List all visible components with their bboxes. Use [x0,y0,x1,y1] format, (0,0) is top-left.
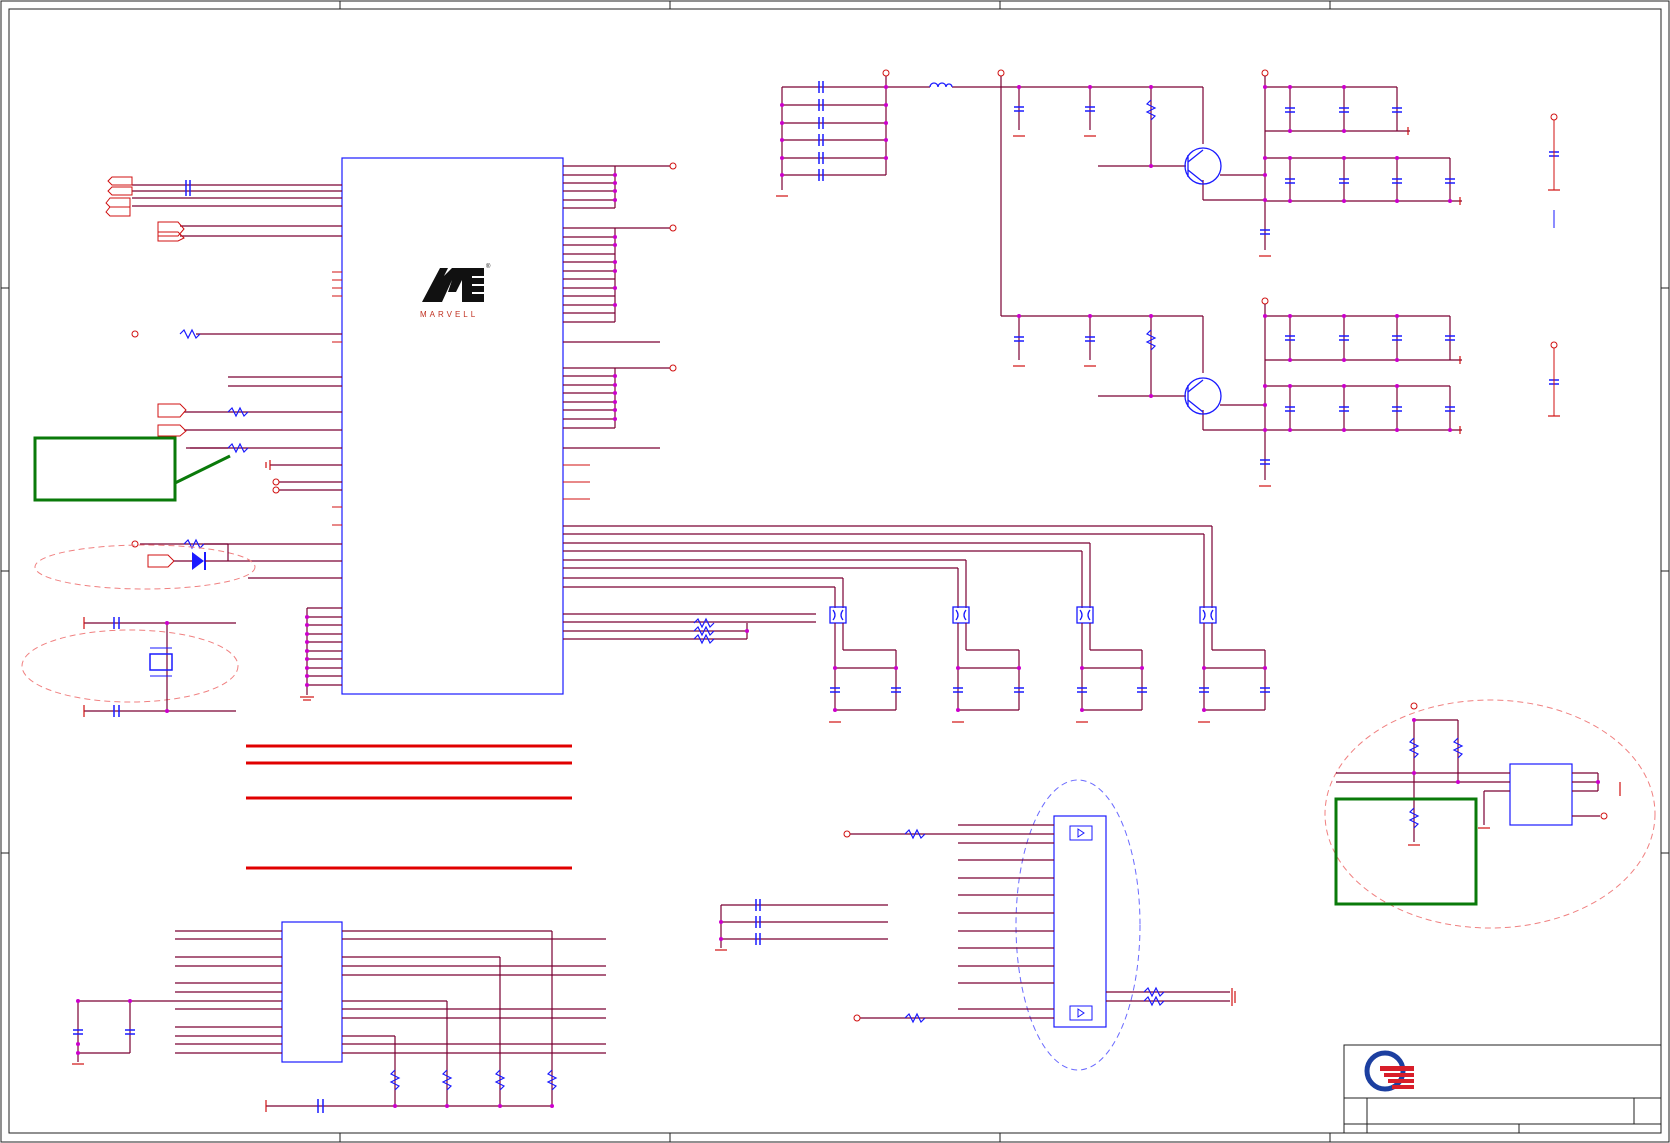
crystal-icon [149,647,173,677]
ground-icon [1231,988,1236,1006]
schematic-sheet: ® MARVELL [0,0,1670,1143]
test-points-right [669,162,677,372]
connector-cap-bank [720,904,888,948]
ic-right-nc-pins [563,464,590,500]
secondary-ic [281,921,343,1063]
ic-ground-pins [306,607,342,695]
mdi-trace-pairs [563,525,1213,640]
ground-icon [265,460,271,470]
crystal-region-outline [21,629,239,703]
npn-transistor-icon [1184,147,1222,185]
connector-pins [850,824,1230,1019]
rj45-connector [1053,815,1107,1028]
eeprom-nets [1336,719,1600,842]
regulator-2-nets [1018,304,1462,480]
ic-left-pins [132,184,342,579]
crystal-wires [84,622,236,712]
led-icon [1069,825,1093,1021]
inductor-icon [929,82,953,88]
resistor-icon [389,1069,558,1091]
offpage-connectors-top-left [105,176,187,568]
design-note-box-right [1334,797,1478,906]
regulator-1-nets [1018,76,1462,250]
ground-icon [300,696,314,701]
marvell-phy-ic [341,157,564,695]
junction-dots-chokes [833,666,1267,712]
choke-termination-nets [834,623,1266,711]
decoupling-cap-bus [781,76,1203,317]
ic-right-pins-group1 [563,165,670,209]
ground-icon [1013,127,1560,487]
resistor-icon [904,828,1165,1024]
resistor-icon [179,328,249,550]
test-points-connector [843,830,861,1022]
quanta-logo-icon [1364,1050,1414,1092]
npn-transistor-icon [1184,377,1222,415]
drawing-frame [8,8,1662,1134]
power-test-points [882,69,1558,349]
registered-mark: ® [486,263,491,270]
ground-icon [72,1063,267,1112]
diode-icon [192,552,206,570]
capacitor-icon [818,81,824,181]
ferrite-bead-icon [829,606,1217,624]
capacitor-icon [73,1029,324,1113]
eeprom-ic [1509,763,1573,826]
sheet-border [0,0,1670,1143]
resistor-icon [1408,737,1464,829]
diode-region-outline [34,544,256,590]
design-note-box-left [33,436,177,502]
zone-ticks [1,1,1669,1142]
ic-left-nc-pins [332,271,342,526]
capacitor-icon [1014,106,1559,465]
ic-right-pins-group3 [563,367,670,449]
note-leader-left [174,454,231,485]
capacitor-icon [185,180,191,196]
highlight-bars [246,744,572,870]
marvell-logo-icon: ® [422,263,491,302]
marvell-logo-text: MARVELL [420,310,478,319]
secondary-ic-pins [77,930,606,1107]
